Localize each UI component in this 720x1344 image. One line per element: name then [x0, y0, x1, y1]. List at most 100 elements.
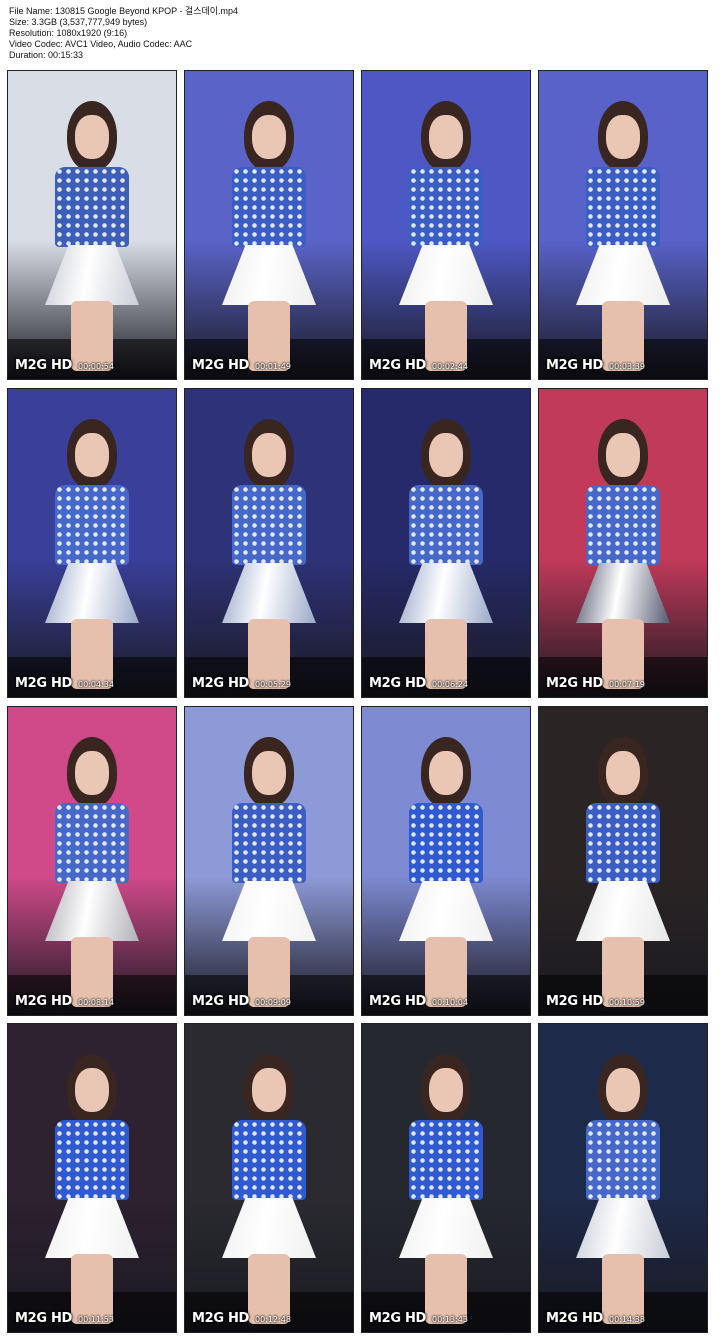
legs-shape	[71, 937, 113, 1007]
watermark-logo: M2G HD	[192, 994, 250, 1009]
thumbnail-timestamp: 00:10:59	[609, 998, 645, 1007]
thumbnail-timestamp: 00:00:54	[78, 362, 114, 371]
performer-figure	[214, 419, 324, 697]
face-shape	[252, 1068, 286, 1112]
performer-figure	[37, 737, 147, 1015]
outfit-top	[409, 1120, 483, 1200]
video-thumbnail: M2G HD 00:10:04	[361, 706, 531, 1016]
face-shape	[429, 751, 463, 795]
outfit-bottom	[45, 245, 139, 305]
face-shape	[606, 433, 640, 477]
thumbnail-timestamp: 00:14:38	[609, 1315, 645, 1324]
watermark-logo: M2G HD	[546, 994, 604, 1009]
video-thumbnail: M2G HD 00:02:44	[361, 70, 531, 380]
outfit-top	[409, 485, 483, 565]
outfit-bottom	[576, 245, 670, 305]
performer-figure	[391, 419, 501, 697]
video-thumbnail: M2G HD 00:05:29	[184, 388, 354, 698]
outfit-top	[55, 167, 129, 247]
outfit-top	[586, 167, 660, 247]
performer-figure	[568, 101, 678, 379]
legs-shape	[602, 301, 644, 371]
outfit-bottom	[222, 1198, 316, 1258]
watermark-logo: M2G HD	[192, 1311, 250, 1326]
performer-figure	[568, 1054, 678, 1332]
legs-shape	[425, 1254, 467, 1324]
performer-figure	[391, 1054, 501, 1332]
video-thumbnail: M2G HD 00:14:38	[538, 1023, 708, 1333]
thumbnail-timestamp: 00:04:34	[78, 680, 114, 689]
performer-figure	[214, 737, 324, 1015]
legs-shape	[71, 1254, 113, 1324]
outfit-bottom	[576, 563, 670, 623]
legs-shape	[71, 619, 113, 689]
thumbnail-timestamp: 00:08:14	[78, 998, 114, 1007]
video-thumbnail: M2G HD 00:03:39	[538, 70, 708, 380]
outfit-bottom	[222, 245, 316, 305]
face-shape	[75, 115, 109, 159]
legs-shape	[425, 301, 467, 371]
legs-shape	[71, 301, 113, 371]
outfit-top	[232, 1120, 306, 1200]
legs-shape	[602, 619, 644, 689]
thumbnail-timestamp: 00:10:04	[432, 998, 468, 1007]
legs-shape	[425, 619, 467, 689]
face-shape	[606, 751, 640, 795]
legs-shape	[602, 937, 644, 1007]
thumbnail-timestamp: 00:13:43	[432, 1315, 468, 1324]
outfit-top	[409, 803, 483, 883]
watermark-logo: M2G HD	[369, 994, 427, 1009]
outfit-top	[586, 485, 660, 565]
legs-shape	[248, 937, 290, 1007]
performer-figure	[391, 101, 501, 379]
video-thumbnail: M2G HD 00:00:54	[7, 70, 177, 380]
legs-shape	[248, 1254, 290, 1324]
video-thumbnail: M2G HD 00:08:14	[7, 706, 177, 1016]
thumbnail-timestamp: 00:12:48	[255, 1315, 291, 1324]
outfit-bottom	[576, 1198, 670, 1258]
outfit-bottom	[399, 881, 493, 941]
outfit-top	[586, 803, 660, 883]
outfit-bottom	[45, 881, 139, 941]
watermark-logo: M2G HD	[15, 358, 73, 373]
watermark-logo: M2G HD	[15, 1311, 73, 1326]
performer-figure	[37, 1054, 147, 1332]
outfit-bottom	[222, 563, 316, 623]
face-shape	[252, 751, 286, 795]
performer-figure	[568, 419, 678, 697]
legs-shape	[425, 937, 467, 1007]
video-thumbnail: M2G HD 00:04:34	[7, 388, 177, 698]
face-shape	[429, 433, 463, 477]
legs-shape	[602, 1254, 644, 1324]
outfit-top	[55, 803, 129, 883]
performer-figure	[391, 737, 501, 1015]
outfit-bottom	[45, 563, 139, 623]
legs-shape	[248, 301, 290, 371]
outfit-bottom	[222, 881, 316, 941]
video-thumbnail: M2G HD 00:12:48	[184, 1023, 354, 1333]
watermark-logo: M2G HD	[15, 676, 73, 691]
thumbnail-timestamp: 00:06:24	[432, 680, 468, 689]
video-thumbnail: M2G HD 00:09:09	[184, 706, 354, 1016]
thumbnail-timestamp: 00:01:49	[255, 362, 291, 371]
video-thumbnail: M2G HD 00:13:43	[361, 1023, 531, 1333]
thumbnail-timestamp: 00:11:53	[78, 1315, 114, 1324]
face-shape	[252, 115, 286, 159]
thumbnail-timestamp: 00:03:39	[609, 362, 645, 371]
face-shape	[75, 433, 109, 477]
outfit-top	[586, 1120, 660, 1200]
performer-figure	[214, 101, 324, 379]
outfit-bottom	[399, 1198, 493, 1258]
outfit-bottom	[399, 245, 493, 305]
video-thumbnail: M2G HD 00:07:19	[538, 388, 708, 698]
video-thumbnail: M2G HD 00:11:53	[7, 1023, 177, 1333]
performer-figure	[568, 737, 678, 1015]
legs-shape	[248, 619, 290, 689]
watermark-logo: M2G HD	[15, 994, 73, 1009]
video-thumbnail: M2G HD 00:10:59	[538, 706, 708, 1016]
watermark-logo: M2G HD	[369, 358, 427, 373]
face-shape	[252, 433, 286, 477]
face-shape	[606, 115, 640, 159]
face-shape	[429, 1068, 463, 1112]
outfit-top	[232, 485, 306, 565]
